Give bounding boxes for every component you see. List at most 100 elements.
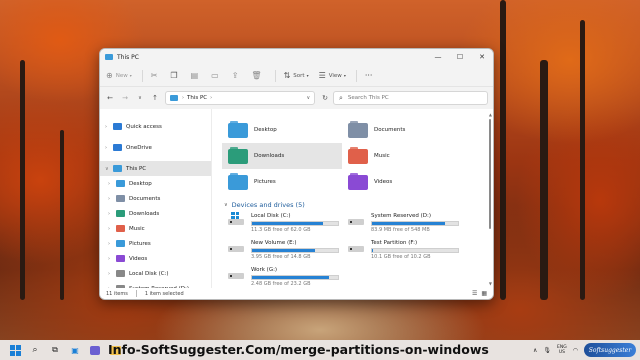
paste-button[interactable]: ▤ bbox=[191, 71, 202, 80]
address-field[interactable]: › This PC › ∨ bbox=[165, 91, 316, 105]
drive-name: System Reserved (D:) bbox=[371, 213, 431, 219]
chevron-right-icon[interactable]: › bbox=[105, 145, 113, 151]
command-bar: ⊕ New ▾ ✂ ❐ ▤ ▭ ⇪ 🗑 ⇅ Sort ▾ ☰ View ▾ ··… bbox=[100, 65, 493, 87]
paste-icon: ▤ bbox=[190, 71, 199, 80]
folder-label: Pictures bbox=[254, 179, 276, 185]
devices-section-header[interactable]: ∨ Devices and drives (5) bbox=[222, 201, 493, 209]
sort-button[interactable]: ⇅ Sort ▾ bbox=[284, 71, 309, 80]
refresh-button[interactable]: ↻ bbox=[322, 94, 328, 102]
sidebar-item-label: Desktop bbox=[129, 180, 152, 187]
plus-icon: ⊕ bbox=[106, 71, 113, 80]
vertical-scrollbar[interactable] bbox=[489, 119, 491, 229]
folder-music[interactable]: Music bbox=[342, 143, 462, 169]
language-indicator[interactable]: ENG US bbox=[557, 345, 567, 355]
selection-count: 1 item selected bbox=[144, 290, 184, 297]
sidebar-item-onedrive[interactable]: › OneDrive bbox=[100, 140, 211, 155]
sidebar-item-pictures[interactable]: › Pictures bbox=[100, 236, 211, 251]
maximize-button[interactable]: ☐ bbox=[449, 49, 471, 65]
close-button[interactable]: ✕ bbox=[471, 49, 493, 65]
sidebar-item-music[interactable]: › Music bbox=[100, 221, 211, 236]
drive-item[interactable]: System Reserved (D:) 83.9 MB free of 548 … bbox=[342, 213, 462, 237]
folder-videos[interactable]: Videos bbox=[342, 169, 462, 195]
folder-downloads[interactable]: Downloads bbox=[222, 143, 342, 169]
breadcrumb-this-pc[interactable]: This PC bbox=[187, 95, 207, 101]
breadcrumb-chevron: › bbox=[182, 95, 184, 101]
chevron-up-icon[interactable]: ∧ bbox=[533, 347, 537, 354]
drive-item[interactable]: Local Disk (C:) 11.3 GB free of 62.0 GB bbox=[222, 212, 342, 237]
task-view-button[interactable]: ⧉ bbox=[48, 343, 62, 357]
sidebar-item-this-pc[interactable]: ∨ This PC bbox=[100, 161, 211, 176]
details-view-icon[interactable]: ☰ bbox=[472, 290, 477, 297]
drive-item[interactable]: Test Partition (F:) 10.1 GB free of 10.2 … bbox=[342, 240, 462, 264]
sidebar-item-downloads[interactable]: › Downloads bbox=[100, 206, 211, 221]
back-button[interactable]: ← bbox=[105, 94, 115, 102]
chevron-right-icon[interactable]: › bbox=[108, 256, 116, 262]
drive-usage-bar bbox=[251, 248, 339, 253]
drive-usage-bar bbox=[371, 221, 459, 226]
trash-icon: 🗑 bbox=[251, 71, 262, 80]
chevron-right-icon[interactable]: › bbox=[108, 241, 116, 247]
chevron-right-icon[interactable]: › bbox=[108, 211, 116, 217]
minimize-button[interactable]: — bbox=[427, 49, 449, 65]
delete-button[interactable]: 🗑 bbox=[251, 71, 264, 80]
copy-button[interactable]: ❐ bbox=[170, 71, 180, 80]
folder-desktop[interactable]: Desktop bbox=[222, 117, 342, 143]
search-taskbar-button[interactable]: ⌕ bbox=[28, 343, 42, 357]
cut-button[interactable]: ✂ bbox=[151, 71, 161, 80]
folder-label: Documents bbox=[374, 127, 406, 133]
forward-button[interactable]: → bbox=[120, 94, 130, 102]
microphone-icon[interactable]: 🎙 bbox=[543, 347, 551, 354]
drive-icon bbox=[348, 216, 364, 226]
share-button[interactable]: ⇪ bbox=[232, 71, 242, 80]
drive-free-space: 3.95 GB free of 14.8 GB bbox=[251, 254, 311, 260]
chevron-right-icon[interactable]: › bbox=[108, 226, 116, 232]
view-button[interactable]: ☰ View ▾ bbox=[319, 71, 346, 80]
item-count: 11 items bbox=[106, 290, 128, 297]
start-button[interactable] bbox=[8, 343, 22, 357]
chat-button[interactable] bbox=[88, 343, 102, 357]
region-code: US bbox=[558, 350, 565, 355]
new-button[interactable]: ⊕ New ▾ bbox=[106, 71, 132, 80]
scissors-icon: ✂ bbox=[150, 71, 158, 80]
search-input[interactable]: ⌕ Search This PC bbox=[333, 91, 488, 105]
chevron-right-icon[interactable]: › bbox=[108, 271, 116, 277]
tiles-view-icon[interactable]: ▦ bbox=[481, 290, 487, 297]
sidebar-item-label: Pictures bbox=[129, 240, 151, 247]
chevron-down-icon[interactable]: ∨ bbox=[105, 166, 113, 172]
chevron-right-icon[interactable]: › bbox=[105, 124, 113, 130]
sidebar-item-documents[interactable]: › Documents bbox=[100, 191, 211, 206]
copy-icon: ❐ bbox=[170, 71, 178, 80]
wifi-icon[interactable]: ◠ bbox=[573, 347, 578, 354]
folder-pictures[interactable]: Pictures bbox=[222, 169, 342, 195]
drive-name: Local Disk (C:) bbox=[251, 213, 291, 219]
view-icon: ☰ bbox=[318, 71, 326, 80]
sidebar-item-videos[interactable]: › Videos bbox=[100, 251, 211, 266]
drive-free-space: 11.3 GB free of 62.0 GB bbox=[251, 227, 311, 233]
task-view-icon: ⧉ bbox=[52, 345, 58, 354]
sidebar-item-label: Documents bbox=[129, 195, 161, 202]
taskbar: ⌕ ⧉ ▣ Info-SoftSuggester.Com/merge-parti… bbox=[0, 340, 640, 360]
chevron-right-icon[interactable]: › bbox=[108, 181, 116, 187]
rename-icon: ▭ bbox=[211, 71, 219, 80]
widgets-button[interactable]: ▣ bbox=[68, 343, 82, 357]
folders-grid: Desktop Documents Downloads Music Pictures Vi… bbox=[222, 117, 493, 195]
softsuggester-logo: Softsuggester bbox=[584, 343, 636, 357]
chevron-down-icon[interactable]: ∨ bbox=[306, 95, 310, 101]
rename-button[interactable]: ▭ bbox=[211, 71, 222, 80]
chevron-right-icon[interactable]: › bbox=[108, 196, 116, 202]
folder-documents[interactable]: Documents bbox=[342, 117, 462, 143]
widgets-icon: ▣ bbox=[71, 345, 79, 355]
share-icon: ⇪ bbox=[231, 71, 239, 80]
system-drive-icon bbox=[228, 212, 244, 226]
drive-item[interactable]: New Volume (E:) 3.95 GB free of 14.8 GB bbox=[222, 240, 342, 264]
sidebar-item-local-disk-c[interactable]: › Local Disk (C:) bbox=[100, 266, 211, 281]
recent-locations-button[interactable]: ∨ bbox=[135, 95, 145, 101]
sidebar-item-quick-access[interactable]: › Quick access bbox=[100, 119, 211, 134]
sidebar-item-desktop[interactable]: › Desktop bbox=[100, 176, 211, 191]
up-button[interactable]: ↑ bbox=[150, 94, 160, 102]
sidebar-item-label: Downloads bbox=[129, 210, 160, 217]
more-button[interactable]: ··· bbox=[365, 71, 373, 80]
sidebar-item-label: Music bbox=[129, 225, 145, 232]
scroll-up-arrow[interactable]: ▲ bbox=[489, 112, 492, 117]
scroll-down-arrow[interactable]: ▼ bbox=[489, 281, 492, 286]
